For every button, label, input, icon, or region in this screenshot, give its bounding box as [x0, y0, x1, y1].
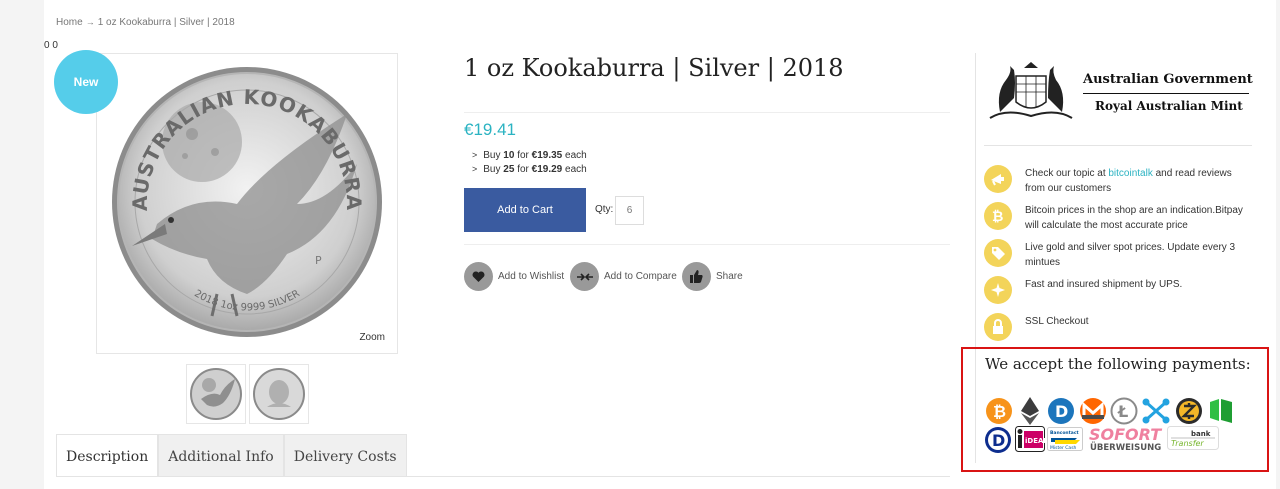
breadcrumb-current[interactable]: 1 oz Kookaburra | Silver | 2018: [98, 17, 235, 28]
ethereum-payment-icon: [1021, 397, 1039, 425]
tabs-divider: [56, 476, 950, 477]
digibyte-payment-icon: D: [985, 427, 1011, 453]
sofort-payment-icon: SOFORT ÜBERWEISUNG: [1089, 425, 1162, 452]
share-link[interactable]: Share: [682, 262, 743, 291]
svg-text:D: D: [1055, 402, 1068, 421]
divider: [464, 244, 950, 245]
price-tag-icon: [984, 239, 1012, 267]
chevron-right-icon: >: [472, 164, 478, 174]
thumbnail-reverse-image: [190, 368, 242, 420]
svg-text:iDEAL: iDEAL: [1025, 437, 1045, 445]
heart-icon: [464, 262, 493, 291]
add-to-cart-button[interactable]: Add to Cart: [464, 188, 586, 232]
coin-image: AUSTRALIAN KOOKABURRA 2018 1oz 9999 SILV…: [112, 67, 382, 337]
svg-text:D: D: [992, 431, 1005, 450]
payments-title: We accept the following payments:: [985, 355, 1251, 373]
zcash-payment-icon: [1176, 398, 1202, 424]
counter-text: 0 0: [44, 40, 58, 51]
megaphone-icon: [984, 165, 1012, 193]
mint-title: Royal Australian Mint: [1095, 99, 1243, 113]
price-tier-10: > Buy 10 for €19.35 each: [472, 150, 587, 161]
neo-payment-icon: [1210, 399, 1232, 423]
divider: [464, 112, 950, 113]
compare-arrows-icon: [570, 262, 599, 291]
chevron-right-icon: >: [472, 150, 478, 160]
qty-label: Qty:: [595, 204, 614, 215]
add-to-wishlist-link[interactable]: Add to Wishlist: [464, 262, 564, 291]
wishlist-label: Add to Wishlist: [498, 271, 565, 282]
svg-text:bank: bank: [1191, 430, 1211, 438]
bitcointalk-link[interactable]: bitcointalk: [1108, 168, 1152, 179]
airplane-icon: [984, 276, 1012, 304]
compare-label: Add to Compare: [604, 271, 677, 282]
svg-text:₿: ₿: [993, 402, 1006, 421]
breadcrumb-separator: →: [85, 17, 95, 27]
svg-text:Ł: Ł: [1117, 402, 1128, 421]
gov-divider: [1083, 93, 1249, 94]
lock-icon: [984, 313, 1012, 341]
thumbnail-reverse[interactable]: [186, 364, 246, 424]
share-label: Share: [716, 271, 743, 282]
breadcrumb: Home → 1 oz Kookaburra | Silver | 2018: [56, 17, 235, 28]
quantity-input[interactable]: [615, 196, 644, 225]
svg-text:SOFORT: SOFORT: [1089, 425, 1162, 444]
thumbs-up-icon: [682, 262, 711, 291]
ideal-payment-icon: iDEAL: [1015, 426, 1045, 452]
coat-of-arms-icon: [989, 62, 1073, 119]
tab-description[interactable]: Description: [56, 434, 159, 476]
product-price: €19.41: [464, 120, 516, 139]
breadcrumb-home[interactable]: Home: [56, 17, 83, 28]
monero-payment-icon: [1080, 398, 1106, 424]
product-main-image[interactable]: AUSTRALIAN KOOKABURRA 2018 1oz 9999 SILV…: [96, 53, 398, 354]
coin-mint-mark: P: [315, 254, 322, 267]
tab-delivery-costs[interactable]: Delivery Costs: [283, 434, 407, 476]
dash-payment-icon: D: [1048, 398, 1074, 424]
bank-transfer-payment-icon: bank Transfer: [1167, 426, 1219, 450]
litecoin-payment-icon: Ł: [1110, 397, 1138, 425]
add-to-compare-link[interactable]: Add to Compare: [570, 262, 677, 291]
price-tier-25: > Buy 25 for €19.29 each: [472, 164, 587, 175]
bancontact-payment-icon: Bancontact Mister Cash: [1047, 427, 1083, 451]
ripple-payment-icon: [1142, 398, 1170, 424]
thumbnail-obverse[interactable]: [249, 364, 309, 424]
divider: [984, 145, 1252, 146]
tab-additional-info[interactable]: Additional Info: [158, 434, 284, 476]
svg-text:Mister Cash: Mister Cash: [1050, 445, 1077, 451]
bitcoin-payment-icon: ₿: [986, 398, 1012, 424]
svg-text:₿: ₿: [992, 209, 1003, 224]
svg-text:ÜBERWEISUNG: ÜBERWEISUNG: [1090, 442, 1161, 452]
svg-text:Transfer: Transfer: [1171, 439, 1204, 448]
gov-title: Australian Government: [1083, 72, 1253, 87]
svg-text:Bancontact: Bancontact: [1050, 430, 1079, 436]
new-badge: New: [54, 50, 118, 114]
bitcoin-icon: ₿: [984, 202, 1012, 230]
thumbnail-obverse-image: [253, 368, 305, 420]
product-tabs: Description Additional Info Delivery Cos…: [56, 434, 407, 476]
zoom-label[interactable]: Zoom: [359, 332, 385, 343]
product-title: 1 oz Kookaburra | Silver | 2018: [464, 54, 844, 82]
